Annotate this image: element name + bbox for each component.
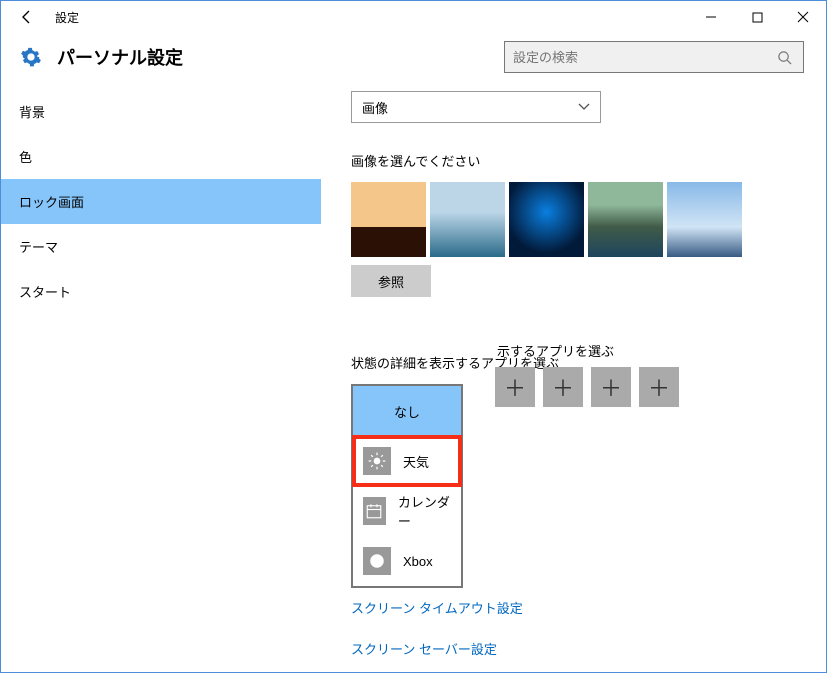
sidebar-item-start[interactable]: スタート (1, 269, 321, 314)
quick-status-label: 示するアプリを選ぶ (497, 341, 614, 360)
maximize-button[interactable] (734, 2, 780, 32)
option-label: Xbox (403, 554, 433, 569)
background-dropdown-value: 画像 (362, 98, 388, 117)
image-thumb[interactable] (667, 182, 742, 257)
option-label: なし (394, 402, 420, 421)
calendar-icon (363, 497, 386, 525)
option-label: 天気 (403, 452, 429, 471)
search-input[interactable] (513, 50, 777, 65)
sidebar-item-colors[interactable]: 色 (1, 134, 321, 179)
image-thumb[interactable] (588, 182, 663, 257)
window-title: 設定 (45, 9, 79, 26)
search-icon (777, 50, 795, 65)
gear-icon (19, 45, 43, 69)
screensaver-settings-link[interactable]: スクリーン セーバー設定 (351, 639, 820, 658)
image-thumb[interactable] (351, 182, 426, 257)
image-thumb[interactable] (509, 182, 584, 257)
option-label: カレンダー (398, 492, 451, 530)
weather-icon (363, 447, 391, 475)
close-button[interactable] (780, 2, 826, 32)
app-option-none[interactable]: なし (353, 386, 461, 436)
xbox-icon (363, 547, 391, 575)
app-option-calendar[interactable]: カレンダー (353, 486, 461, 536)
sidebar: 背景 色 ロック画面 テーマ スタート (1, 83, 321, 674)
browse-button[interactable]: 参照 (351, 265, 431, 297)
image-thumb[interactable] (430, 182, 505, 257)
sidebar-item-themes[interactable]: テーマ (1, 224, 321, 269)
page-heading: パーソナル設定 (43, 44, 183, 70)
add-app-button[interactable]: ＋ (495, 367, 535, 407)
back-button[interactable] (9, 2, 45, 32)
minimize-button[interactable] (688, 2, 734, 32)
add-app-button[interactable]: ＋ (591, 367, 631, 407)
choose-image-label: 画像を選んでください (351, 151, 820, 170)
background-dropdown[interactable]: 画像 (351, 91, 601, 123)
sidebar-item-lockscreen[interactable]: ロック画面 (1, 179, 321, 224)
app-option-xbox[interactable]: Xbox (353, 536, 461, 586)
sidebar-item-background[interactable]: 背景 (1, 89, 321, 134)
app-select-dropdown: なし 天気 カレンダー Xbox (351, 384, 463, 588)
search-box[interactable] (504, 41, 804, 73)
app-option-weather[interactable]: 天気 (353, 436, 461, 486)
timeout-settings-link[interactable]: スクリーン タイムアウト設定 (351, 598, 820, 617)
add-app-button[interactable]: ＋ (543, 367, 583, 407)
chevron-down-icon (578, 103, 590, 111)
add-app-button[interactable]: ＋ (639, 367, 679, 407)
